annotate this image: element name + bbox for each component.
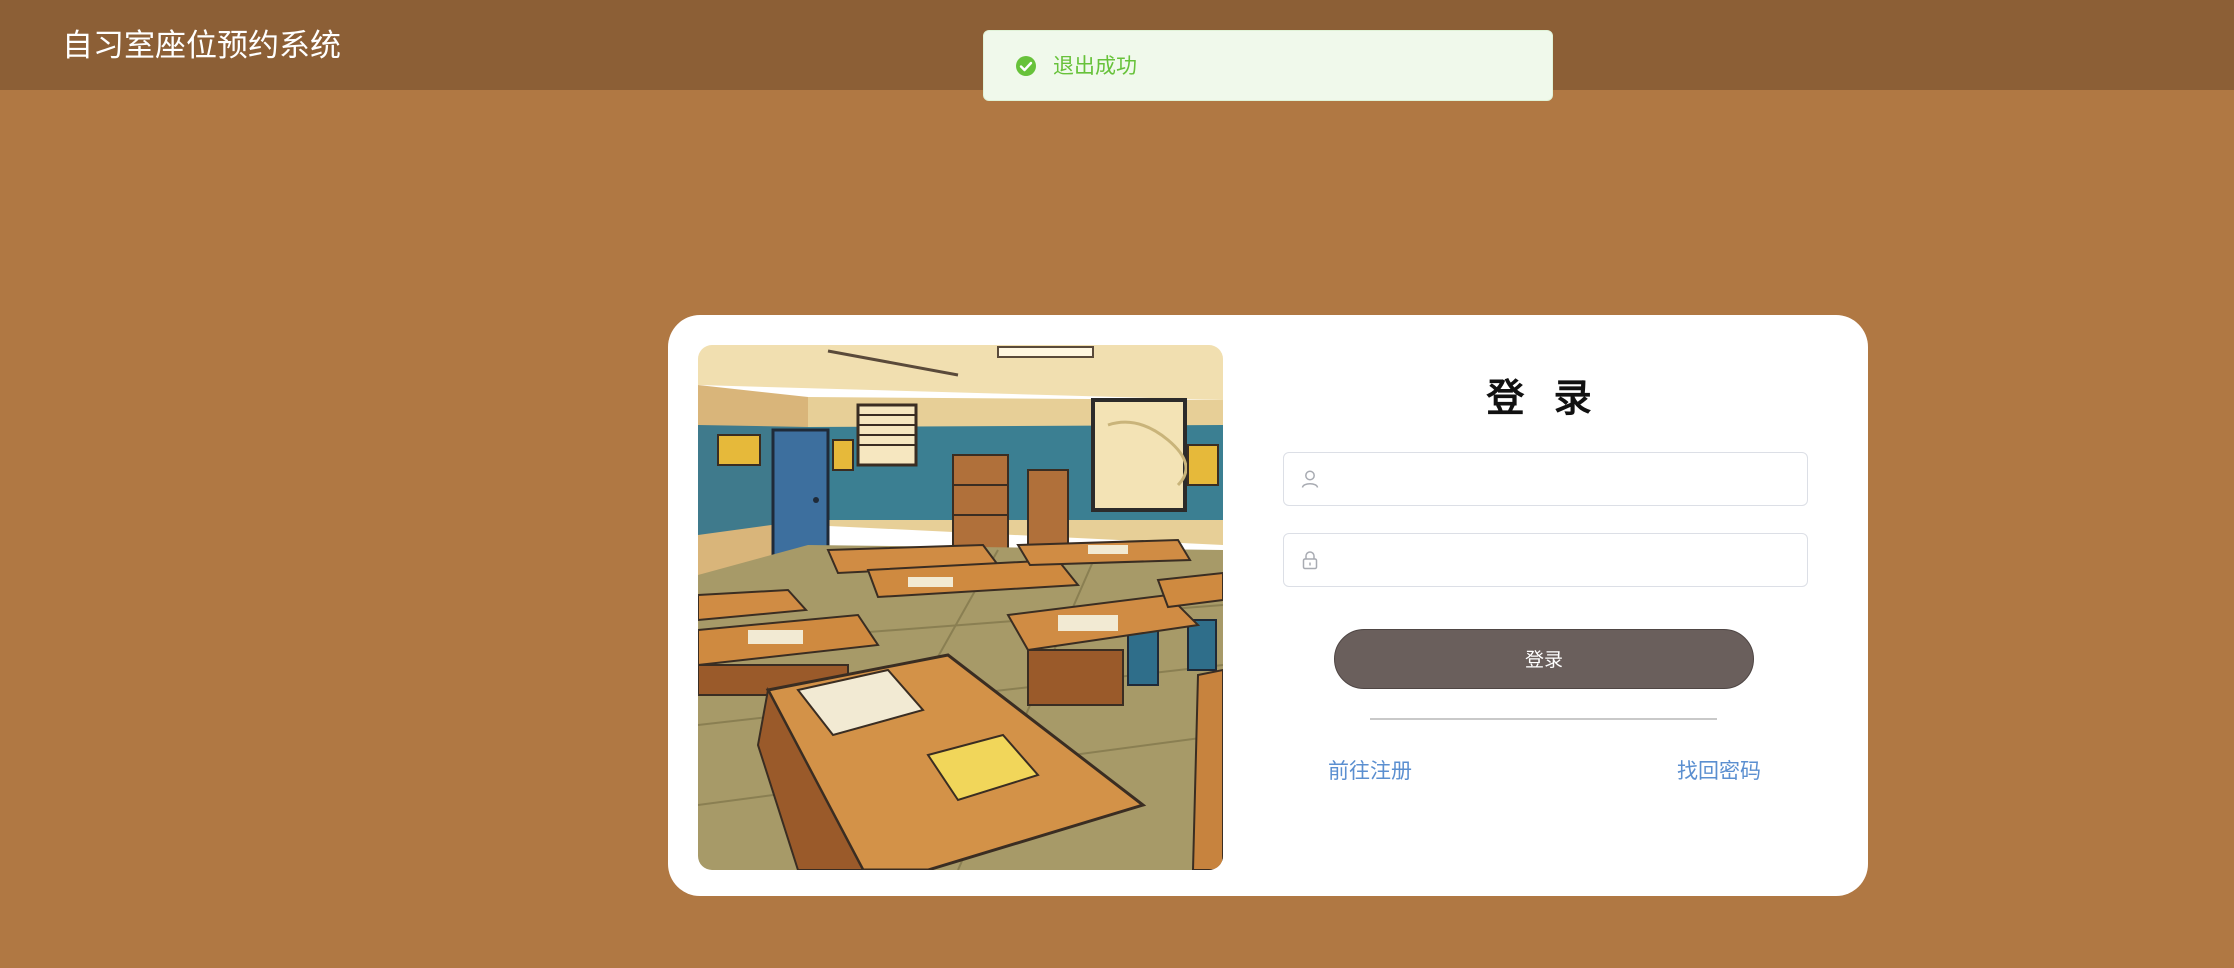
register-link[interactable]: 前往注册	[1328, 756, 1412, 786]
success-check-icon	[1015, 55, 1037, 77]
success-toast: 退出成功	[983, 30, 1553, 101]
classroom-illustration	[698, 345, 1223, 870]
toast-message: 退出成功	[1053, 54, 1137, 78]
username-field[interactable]	[1283, 452, 1808, 507]
username-input[interactable]	[1332, 453, 1796, 507]
password-field[interactable]	[1283, 533, 1808, 588]
login-title: 登 录	[1486, 376, 1600, 420]
login-button[interactable]: 登录	[1334, 629, 1754, 689]
forgot-password-link[interactable]: 找回密码	[1677, 756, 1761, 786]
lock-icon	[1300, 550, 1320, 570]
divider	[1370, 718, 1717, 720]
login-card: 登 录 登录 前往注册 找回密码	[668, 315, 1868, 896]
app-title: 自习室座位预约系统	[62, 28, 341, 64]
user-icon	[1300, 469, 1320, 489]
password-input[interactable]	[1332, 534, 1796, 588]
